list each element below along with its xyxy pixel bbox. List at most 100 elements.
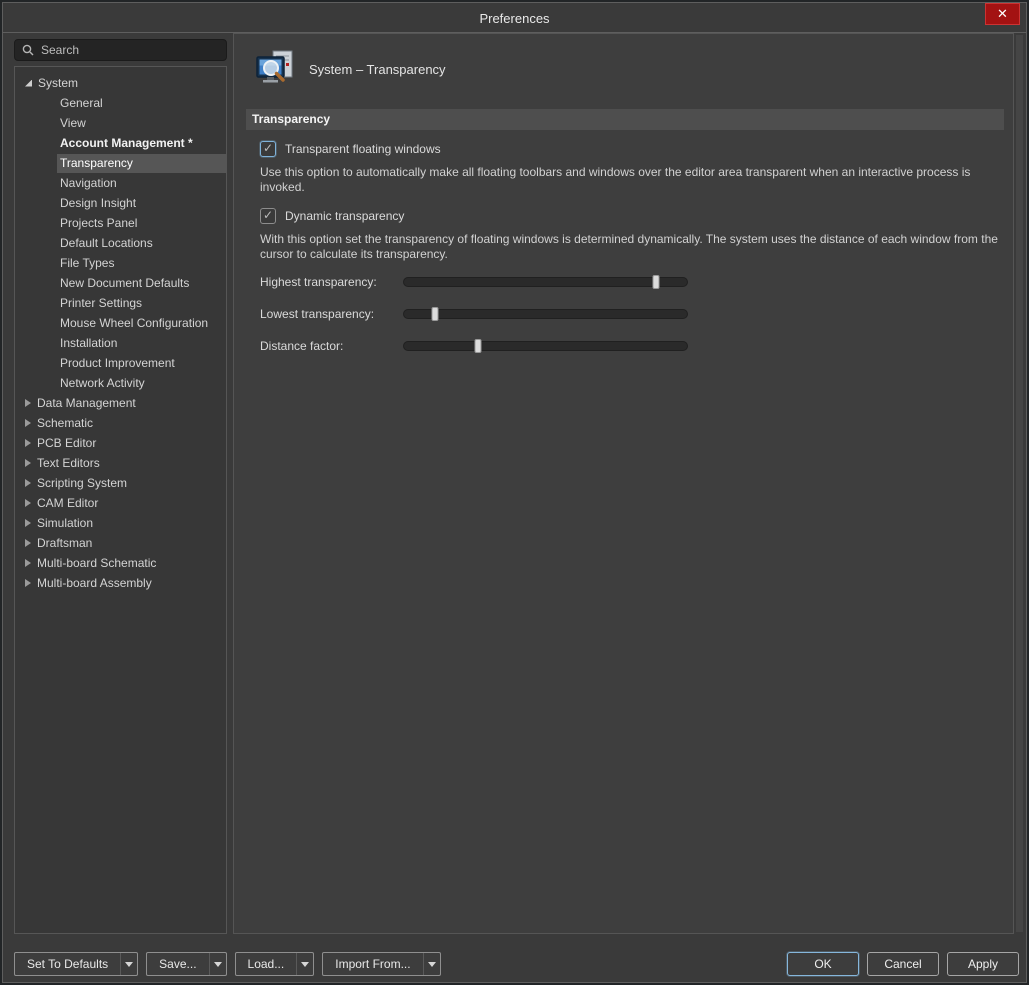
slider-thumb[interactable] [652, 275, 660, 289]
apply-button[interactable]: Apply [947, 952, 1019, 976]
slider-row-distance-factor: Distance factor: [260, 339, 1002, 353]
expand-icon[interactable] [25, 539, 31, 547]
set-to-defaults-button[interactable]: Set To Defaults [15, 953, 120, 975]
tree-item-mouse-wheel-configuration[interactable]: Mouse Wheel Configuration [15, 313, 226, 333]
tree-item-label: Scripting System [37, 476, 128, 490]
import-from-split-button: Import From... [322, 952, 441, 976]
tree-item-view[interactable]: View [15, 113, 226, 133]
options-list: ✓ Transparent floating windows Use this op… [260, 141, 1002, 371]
slider-row-lowest-transparency: Lowest transparency: [260, 307, 1002, 321]
option-description: Use this option to automatically make al… [260, 165, 971, 194]
settings-panel: System – Transparency Transparency ✓ Tran… [233, 33, 1014, 934]
footer-left-buttons: Set To Defaults Save... Load... Import From… [14, 952, 441, 976]
expand-icon[interactable] [25, 499, 31, 507]
checkmark-icon: ✓ [263, 141, 274, 155]
option-block: ✓ Dynamic transparency With this option se… [260, 208, 1002, 262]
slider-label: Lowest transparency: [260, 307, 375, 321]
tree-item-label: General [60, 95, 103, 110]
checkbox-row: ✓ Dynamic transparency [260, 208, 1002, 224]
tree-item-system[interactable]: System [15, 73, 226, 93]
tree-item-product-improvement[interactable]: Product Improvement [15, 353, 226, 373]
page-header: System – Transparency [256, 50, 446, 88]
tree-item-new-document-defaults[interactable]: New Document Defaults [15, 273, 226, 293]
slider-thumb[interactable] [474, 339, 482, 353]
search-input[interactable]: Search [14, 39, 227, 61]
tree-item-text-editors[interactable]: Text Editors [15, 453, 226, 473]
scrollbar-track[interactable] [1016, 35, 1023, 932]
tree-item-label: Multi-board Schematic [37, 556, 157, 570]
expand-icon[interactable] [25, 439, 31, 447]
chevron-down-icon [427, 961, 436, 967]
preferences-dialog: Preferences ✕ Search System General View Ac… [2, 2, 1027, 983]
preferences-tree[interactable]: System General View Account Management * Tra… [14, 66, 227, 934]
save-button[interactable]: Save... [147, 953, 208, 975]
slider-track[interactable] [403, 275, 688, 289]
tree-item-navigation[interactable]: Navigation [15, 173, 226, 193]
tree-item-multi-board-schematic[interactable]: Multi-board Schematic [15, 553, 226, 573]
tree-item-projects-panel[interactable]: Projects Panel [15, 213, 226, 233]
import-from-dropdown-button[interactable] [422, 953, 440, 975]
expand-icon[interactable] [25, 459, 31, 467]
import-from-button[interactable]: Import From... [323, 953, 422, 975]
tree-item-general[interactable]: General [15, 93, 226, 113]
checkmark-icon: ✓ [263, 208, 274, 222]
expand-icon[interactable] [25, 419, 31, 427]
expand-icon[interactable] [25, 579, 31, 587]
cancel-button[interactable]: Cancel [867, 952, 939, 976]
tree-item-scripting-system[interactable]: Scripting System [15, 473, 226, 493]
collapse-icon[interactable] [25, 79, 32, 87]
tree-item-label: Data Management [37, 396, 136, 410]
tree-item-printer-settings[interactable]: Printer Settings [15, 293, 226, 313]
tree-item-account-management[interactable]: Account Management * [15, 133, 226, 153]
slider-thumb[interactable] [431, 307, 439, 321]
tree-item-label: Text Editors [37, 456, 100, 470]
ok-button[interactable]: OK [787, 952, 859, 976]
expand-icon[interactable] [25, 479, 31, 487]
checkbox-row: ✓ Transparent floating windows [260, 141, 1002, 157]
tree-item-default-locations[interactable]: Default Locations [15, 233, 226, 253]
page-title: System – Transparency [309, 61, 446, 77]
checkbox-transparent-floating-windows[interactable]: ✓ [260, 141, 276, 157]
option-description: With this option set the transparency of… [260, 232, 998, 261]
load-button[interactable]: Load... [236, 953, 297, 975]
tree-item-label: View [60, 115, 86, 130]
footer-bar: Set To Defaults Save... Load... Import From… [3, 946, 1026, 982]
tree-item-label: Draftsman [37, 536, 93, 550]
tree-item-label: Installation [60, 335, 118, 350]
save-dropdown-button[interactable] [208, 953, 226, 975]
tree-item-multi-board-assembly[interactable]: Multi-board Assembly [15, 573, 226, 593]
checkbox-dynamic-transparency[interactable]: ✓ [260, 208, 276, 224]
load-split-button: Load... [234, 952, 315, 976]
expand-icon[interactable] [25, 519, 31, 527]
expand-icon[interactable] [25, 559, 31, 567]
tree-item-transparency[interactable]: Transparency [15, 153, 226, 173]
tree-item-label: Mouse Wheel Configuration [60, 315, 209, 330]
close-button[interactable]: ✕ [985, 3, 1020, 25]
option-block: ✓ Transparent floating windows Use this op… [260, 141, 1002, 195]
tree-item-draftsman[interactable]: Draftsman [15, 533, 226, 553]
slider-label: Distance factor: [260, 339, 344, 353]
tree-item-design-insight[interactable]: Design Insight [15, 193, 226, 213]
title-bar[interactable]: Preferences ✕ [3, 3, 1026, 33]
slider-track[interactable] [403, 339, 688, 353]
tree-item-installation[interactable]: Installation [15, 333, 226, 353]
load-dropdown-button[interactable] [296, 953, 313, 975]
search-placeholder: Search [41, 43, 80, 57]
tree-item-label: Multi-board Assembly [37, 576, 152, 590]
chevron-down-icon [301, 961, 310, 967]
tree-item-label: Account Management * [60, 135, 193, 150]
slider-track[interactable] [403, 307, 688, 321]
tree-item-label: Projects Panel [60, 215, 138, 230]
section-header-transparency: Transparency [246, 109, 1004, 130]
tree-item-network-activity[interactable]: Network Activity [15, 373, 226, 393]
save-split-button: Save... [146, 952, 227, 976]
system-transparency-icon [256, 50, 293, 83]
expand-icon[interactable] [25, 399, 31, 407]
set-to-defaults-dropdown-button[interactable] [120, 953, 137, 975]
tree-item-cam-editor[interactable]: CAM Editor [15, 493, 226, 513]
tree-item-simulation[interactable]: Simulation [15, 513, 226, 533]
tree-item-data-management[interactable]: Data Management [15, 393, 226, 413]
tree-item-schematic[interactable]: Schematic [15, 413, 226, 433]
tree-item-file-types[interactable]: File Types [15, 253, 226, 273]
tree-item-pcb-editor[interactable]: PCB Editor [15, 433, 226, 453]
